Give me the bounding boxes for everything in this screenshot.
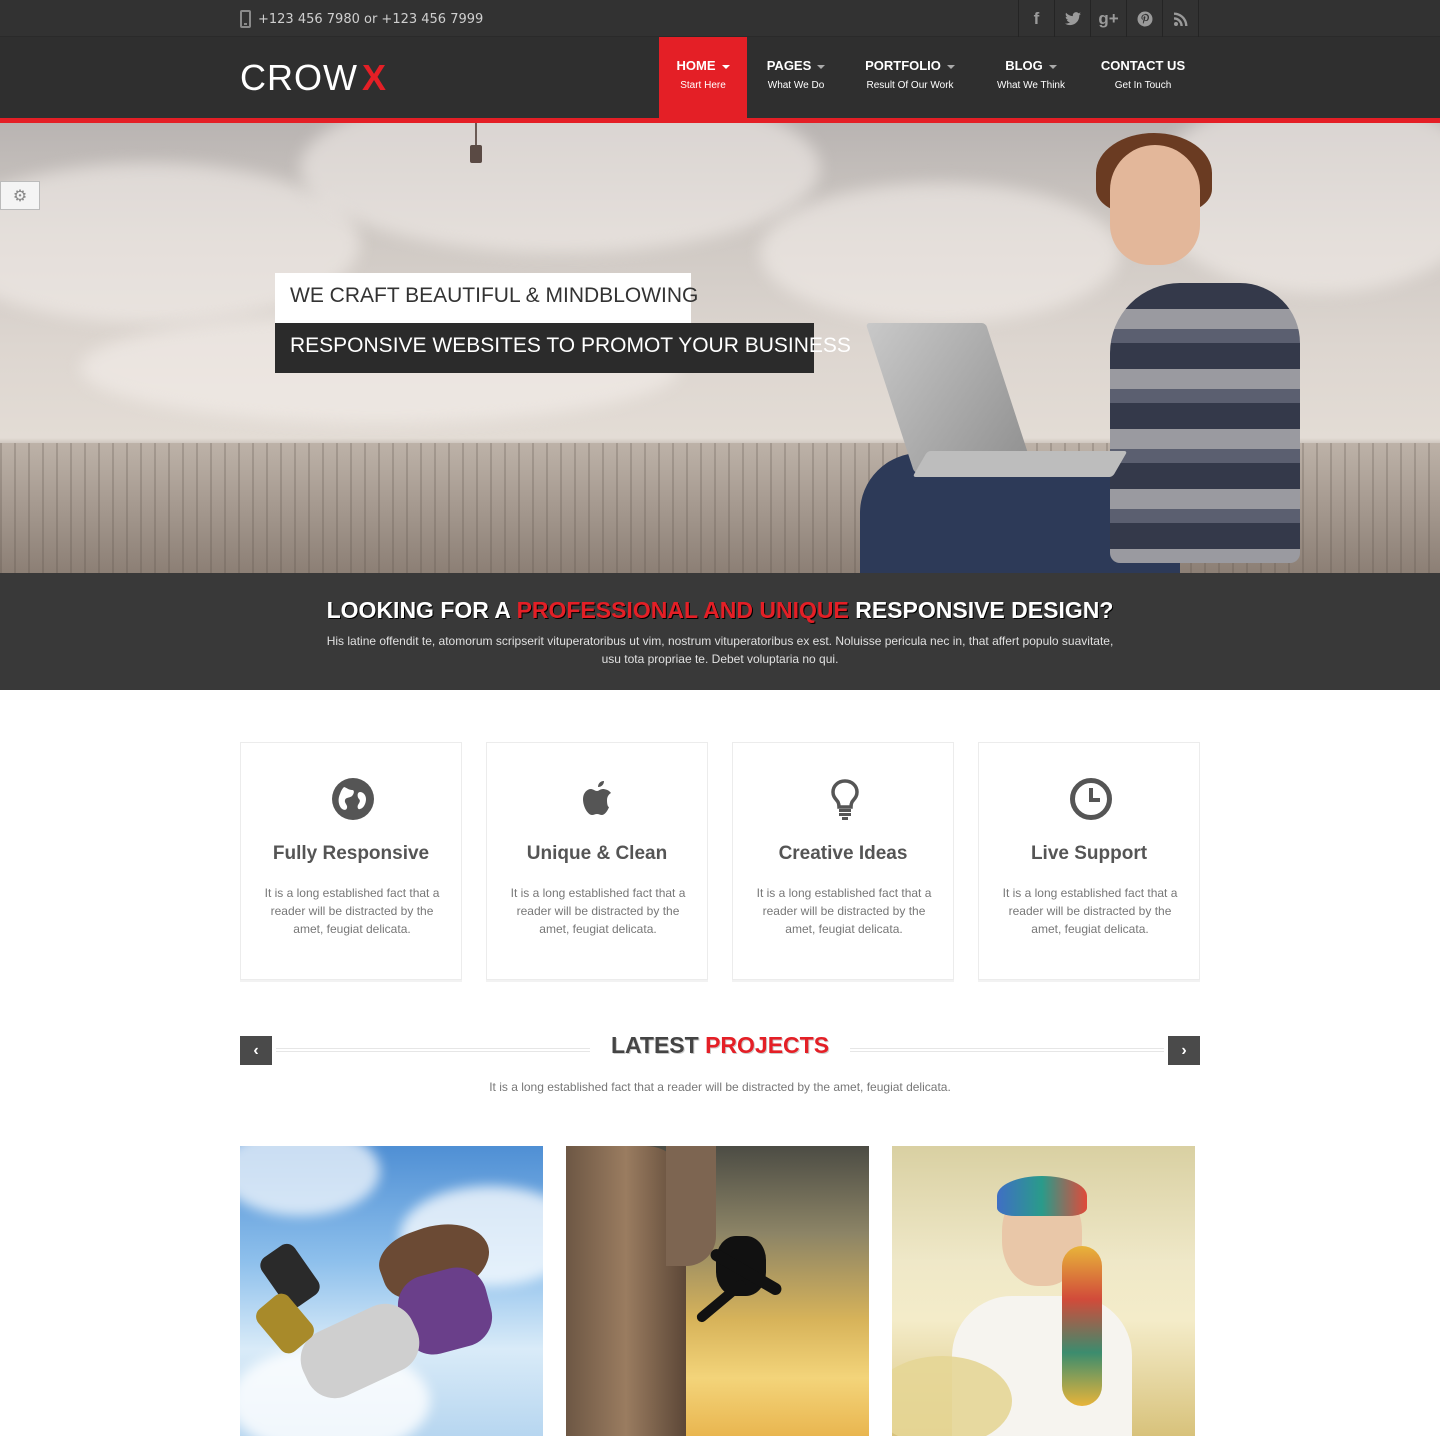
project-thumbnail-jumping-woman[interactable] (240, 1146, 543, 1436)
callout-title-highlight: PROFESSIONAL AND UNIQUE (516, 597, 849, 623)
apple-icon (583, 781, 611, 815)
caret-down-icon (946, 64, 955, 69)
main-nav: HOME Start Here PAGES What We Do PORTFOL… (659, 37, 1199, 118)
nav-sublabel: Start Here (680, 80, 726, 91)
latest-projects-title: LATEST PROJECTS (240, 1032, 1200, 1059)
feature-card: Unique & Clean It is a long established … (486, 742, 708, 980)
feature-text: It is a long established fact that a rea… (510, 886, 686, 936)
caret-down-icon (817, 64, 826, 69)
twitter-icon[interactable] (1054, 0, 1090, 37)
nav-label: PAGES (766, 58, 812, 73)
nav-item-contact[interactable]: CONTACT US Get In Touch (1087, 37, 1199, 118)
callout-band: LOOKING FOR A PROFESSIONAL AND UNIQUE RE… (0, 573, 1440, 690)
pinterest-icon[interactable] (1126, 0, 1162, 37)
nav-sublabel: Get In Touch (1114, 80, 1172, 91)
cloud-shape (300, 123, 820, 253)
divider-line (850, 1048, 1164, 1052)
top-bar: +123 456 7980 or +123 456 7999 f g+ (0, 0, 1440, 37)
feature-text: It is a long established fact that a rea… (264, 886, 440, 936)
nav-label: HOME (676, 58, 716, 73)
feature-title: Live Support (1030, 843, 1148, 864)
project-thumbnail-rock-climber[interactable] (566, 1146, 869, 1436)
carousel-next-button[interactable]: › (1168, 1036, 1200, 1065)
callout-title-pre: LOOKING FOR A (326, 597, 517, 623)
feature-card: Fully Responsive It is a long establishe… (240, 742, 462, 980)
globe-icon (332, 778, 374, 820)
nav-item-pages[interactable]: PAGES What We Do (747, 37, 845, 118)
latest-title-pre: LATEST (610, 1032, 706, 1058)
nav-label: BLOG (1005, 58, 1043, 73)
feature-card: Live Support It is a long established fa… (978, 742, 1200, 980)
feature-text: It is a long established fact that a rea… (1002, 886, 1178, 936)
features-row: Fully Responsive It is a long establishe… (240, 742, 1200, 980)
settings-gear-icon[interactable]: ⚙ (0, 181, 40, 210)
feature-title: Fully Responsive (272, 843, 430, 864)
hero-caption-line1: WE CRAFT BEAUTIFUL & MINDBLOWING (275, 273, 698, 323)
project-thumbnail-woman-field[interactable] (892, 1146, 1195, 1436)
nav-sublabel: Result Of Our Work (866, 80, 954, 91)
nav-label: PORTFOLIO (865, 58, 941, 73)
feature-text: It is a long established fact that a rea… (756, 886, 932, 936)
caret-down-icon (721, 64, 730, 69)
phone-numbers: +123 456 7980 or +123 456 7999 (258, 11, 484, 27)
mobile-phone-icon (240, 10, 251, 28)
nav-label: CONTACT US (1100, 58, 1186, 73)
nav-item-portfolio[interactable]: PORTFOLIO Result Of Our Work (845, 37, 975, 118)
hero-person-image (860, 133, 1320, 573)
hero-caption-line2: RESPONSIVE WEBSITES TO PROMOT YOUR BUSIN… (275, 323, 851, 373)
logo[interactable]: CROW X (240, 57, 387, 99)
lightbulb-icon (831, 779, 859, 820)
main-header: CROW X HOME Start Here PAGES What We Do P… (0, 37, 1440, 118)
rss-icon[interactable] (1162, 0, 1198, 37)
social-links: f g+ (1018, 0, 1199, 37)
feature-title: Unique & Clean (526, 843, 668, 864)
callout-title-post: RESPONSIVE DESIGN? (848, 597, 1114, 623)
nav-sublabel: What We Do (767, 80, 825, 91)
logo-text: CROW (240, 57, 358, 98)
nav-item-blog[interactable]: BLOG What We Think (975, 37, 1087, 118)
caret-down-icon (1048, 64, 1057, 69)
google-plus-icon[interactable]: g+ (1090, 0, 1126, 37)
latest-projects-header: ‹ LATEST PROJECTS › (240, 1032, 1200, 1066)
callout-text: His latine offendit te, atomorum scripse… (326, 634, 1114, 666)
nav-sublabel: What We Think (997, 80, 1065, 91)
latest-projects-desc: It is a long established fact that a rea… (489, 1080, 951, 1094)
clock-icon (1070, 778, 1112, 820)
latest-title-highlight: PROJECTS (705, 1032, 830, 1058)
facebook-icon[interactable]: f (1018, 0, 1054, 37)
callout-title: LOOKING FOR A PROFESSIONAL AND UNIQUE RE… (0, 597, 1440, 624)
hot-air-balloon (465, 123, 487, 165)
feature-card: Creative Ideas It is a long established … (732, 742, 954, 980)
nav-item-home[interactable]: HOME Start Here (659, 37, 747, 118)
phone-info: +123 456 7980 or +123 456 7999 (240, 9, 483, 29)
feature-title: Creative Ideas (778, 843, 908, 864)
logo-mark: X (361, 57, 387, 98)
